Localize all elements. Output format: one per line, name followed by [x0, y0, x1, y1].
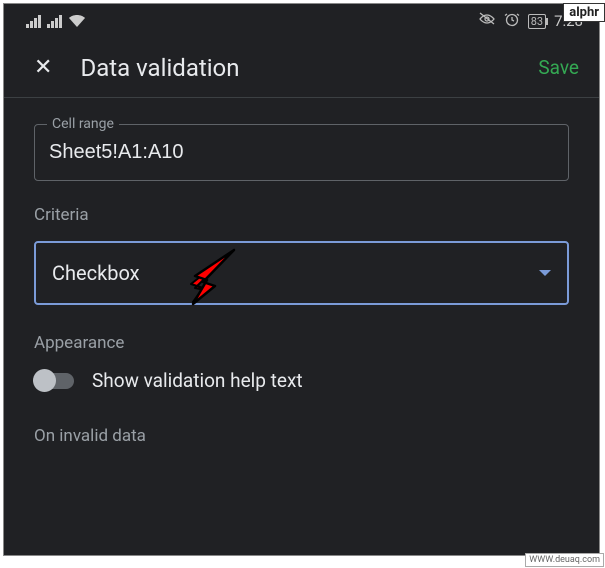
criteria-select[interactable]: Checkbox [34, 241, 569, 305]
status-bar: 83 7:28 [4, 4, 599, 38]
invalid-data-label: On invalid data [34, 426, 569, 446]
cell-range-field[interactable]: Cell range [34, 124, 569, 181]
appearance-label: Appearance [34, 333, 569, 353]
help-text-row: Show validation help text [34, 369, 569, 392]
criteria-label: Criteria [34, 205, 569, 225]
signal-icon-1 [26, 15, 41, 28]
save-button[interactable]: Save [538, 56, 579, 79]
watermark-alphr: alphr [563, 3, 605, 22]
status-left [26, 14, 86, 28]
battery-icon: 83 [528, 14, 546, 29]
cell-range-label: Cell range [47, 116, 119, 132]
help-text-label: Show validation help text [92, 369, 303, 392]
help-text-toggle[interactable] [34, 373, 74, 389]
content: Cell range Criteria Checkbox Appearance … [4, 98, 599, 446]
eye-icon [478, 12, 496, 30]
chevron-down-icon [539, 270, 551, 276]
signal-icon-2 [47, 15, 62, 28]
toggle-knob [33, 369, 56, 392]
cell-range-input[interactable] [49, 141, 554, 164]
header: ✕ Data validation Save [4, 38, 599, 98]
wifi-icon [68, 14, 86, 28]
criteria-value: Checkbox [52, 261, 140, 285]
page-title: Data validation [80, 54, 538, 82]
alarm-icon [504, 11, 520, 31]
close-icon[interactable]: ✕ [34, 55, 52, 80]
app-frame: 83 7:28 ✕ Data validation Save Cell rang… [3, 3, 600, 556]
